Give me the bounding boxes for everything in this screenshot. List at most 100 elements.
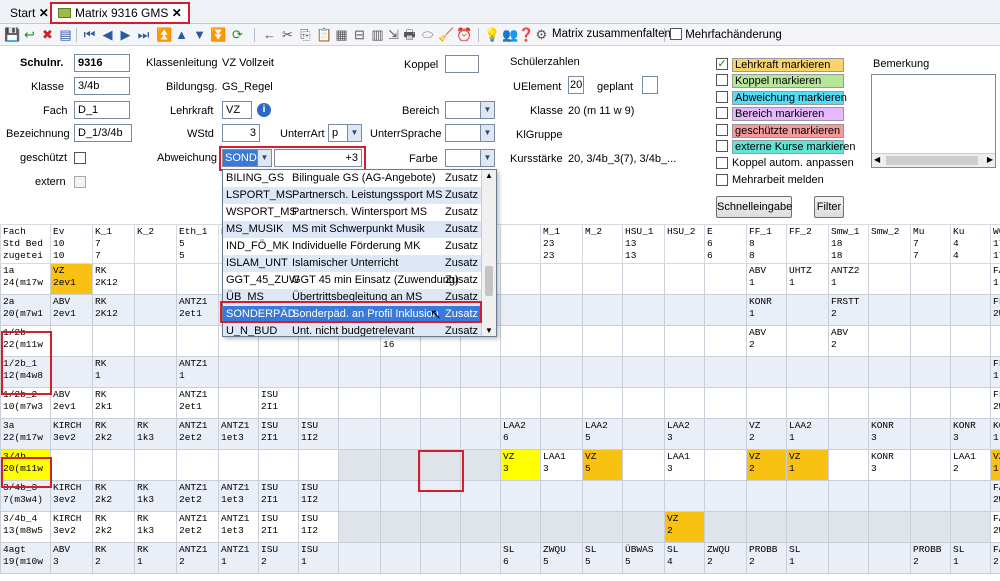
matrix-cell[interactable]: FACHL 2WG1 xyxy=(990,480,1000,512)
matrix-cell[interactable] xyxy=(664,387,705,419)
matrix-cell[interactable]: ISU 1I2 xyxy=(298,511,339,543)
matrix-cell[interactable]: SL 4 xyxy=(664,542,705,574)
matrix-cell[interactable]: ISU 1I2 xyxy=(298,418,339,450)
matrix-cell[interactable] xyxy=(746,480,787,512)
checkbox[interactable] xyxy=(716,174,728,186)
matrix-cell[interactable] xyxy=(950,263,991,295)
lehrkraft-field[interactable]: VZ xyxy=(222,101,252,119)
matrix-cell[interactable] xyxy=(176,325,219,357)
print-icon[interactable]: 🖶 xyxy=(402,27,417,42)
matrix-cell[interactable]: ANTZ1 2et1 xyxy=(176,294,219,326)
table-icon[interactable]: ▥ xyxy=(370,27,385,42)
help-icon[interactable]: ❓ xyxy=(518,27,534,42)
matrix-cell[interactable]: RK 1k3 xyxy=(134,480,177,512)
scroll-up-icon[interactable]: ▲ xyxy=(485,171,493,180)
matrix-cell[interactable] xyxy=(910,356,951,388)
checkbox[interactable] xyxy=(716,74,728,86)
matrix-cell[interactable] xyxy=(910,387,951,419)
matrix-cell[interactable]: VZ 3 xyxy=(500,449,541,481)
marker-geschuetzt[interactable]: geschützte markieren xyxy=(716,124,844,138)
matrix-cell[interactable] xyxy=(828,511,869,543)
wstd-field[interactable]: 3 xyxy=(222,124,260,142)
matrix-cell[interactable] xyxy=(910,294,951,326)
matrix-cell[interactable] xyxy=(380,542,421,574)
filter-button[interactable]: Filter xyxy=(814,196,844,218)
matrix-cell[interactable]: ANTZ1 2et2 xyxy=(176,418,219,450)
matrix-cell[interactable] xyxy=(786,356,829,388)
column-header[interactable]: Mu 7 7 xyxy=(910,224,951,264)
matrix-cell[interactable]: ABV 1 xyxy=(746,263,787,295)
matrix-cell[interactable] xyxy=(540,325,583,357)
matrix-cell[interactable] xyxy=(786,325,829,357)
matrix-cell[interactable]: KONR 1 xyxy=(990,418,1000,450)
up-icon[interactable]: ▲ xyxy=(174,27,189,42)
chevron-down-icon[interactable]: ▼ xyxy=(480,150,494,166)
matrix-cell[interactable] xyxy=(704,263,747,295)
cut-icon[interactable]: ✂ xyxy=(280,27,295,42)
marker-extern[interactable]: externe Kurse markieren xyxy=(716,140,855,154)
matrix-cell[interactable]: KIRCH 3ev2 xyxy=(50,511,93,543)
copy-icon[interactable]: ⎘ xyxy=(298,27,313,42)
matrix-cell[interactable] xyxy=(460,449,501,481)
matrix-cell[interactable]: LAA1 3 xyxy=(540,449,583,481)
matrix-cell[interactable]: ABV 2 xyxy=(828,325,869,357)
matrix-cell[interactable] xyxy=(134,356,177,388)
users-icon[interactable]: 👥 xyxy=(502,27,518,42)
matrix-cell[interactable]: RK 2k2 xyxy=(92,511,135,543)
row-header[interactable]: 4agt 19(m10w xyxy=(0,542,51,574)
matrix-cell[interactable]: FACHL 2 xyxy=(990,542,1000,574)
matrix-cell[interactable] xyxy=(950,356,991,388)
matrix-cell[interactable]: VZ 2ev1 xyxy=(50,263,93,295)
first-icon[interactable]: ⏮ xyxy=(82,27,97,42)
settings-icon[interactable]: ⚙ xyxy=(534,27,549,42)
prev-icon[interactable]: ◀ xyxy=(100,27,115,42)
matrix-cell[interactable] xyxy=(990,325,1000,357)
matrix-cell[interactable] xyxy=(420,542,461,574)
matrix-cell[interactable] xyxy=(910,263,951,295)
schulnr-field[interactable]: 9316 xyxy=(74,54,130,72)
row-header[interactable]: 1a 24(m17w xyxy=(0,263,51,295)
matrix-cell[interactable] xyxy=(540,387,583,419)
matrix-cell[interactable]: FLA 2WG3 xyxy=(990,294,1000,326)
matrix-cell[interactable] xyxy=(460,480,501,512)
column-header[interactable]: Eth_1 5 5 xyxy=(176,224,219,264)
matrix-cell[interactable] xyxy=(704,387,747,419)
matrix-cell[interactable]: ISU 2 xyxy=(258,542,299,574)
matrix-cell[interactable] xyxy=(500,480,541,512)
matrix-cell[interactable] xyxy=(500,294,541,326)
matrix-cell[interactable] xyxy=(92,325,135,357)
matrix-cell[interactable] xyxy=(380,511,421,543)
row-header[interactable]: 3a 22(m17w xyxy=(0,418,51,450)
top-icon[interactable]: ⏫ xyxy=(156,27,172,42)
matrix-cell[interactable]: RK 2K12 xyxy=(92,294,135,326)
matrix-cell[interactable] xyxy=(338,542,381,574)
paste-icon[interactable]: 📋 xyxy=(316,27,332,42)
matrix-cell[interactable] xyxy=(460,418,501,450)
matrix-cell[interactable] xyxy=(176,449,219,481)
matrix-cell[interactable] xyxy=(500,263,541,295)
matrix-cell[interactable]: ÜBWAS 5 xyxy=(622,542,665,574)
fach-field[interactable]: D_1 xyxy=(74,101,130,119)
unterart-select[interactable]: p ▼ xyxy=(328,124,362,142)
matrix-cell[interactable] xyxy=(622,511,665,543)
matrix-cell[interactable] xyxy=(868,294,911,326)
matrix-cell[interactable] xyxy=(500,356,541,388)
matrix-cell[interactable]: PROBB 2 xyxy=(910,542,951,574)
matrix-cell[interactable]: ANTZ1 2 xyxy=(176,542,219,574)
matrix-cell[interactable] xyxy=(622,418,665,450)
matrix-cell[interactable] xyxy=(868,325,911,357)
matrix-cell[interactable]: RK 1 xyxy=(92,356,135,388)
dropdown-scrollbar[interactable]: ▲ ▼ xyxy=(481,170,496,336)
matrix-cell[interactable] xyxy=(582,387,623,419)
matrix-cell[interactable] xyxy=(622,263,665,295)
matrix-cell[interactable] xyxy=(298,356,339,388)
geschuetzt-checkbox[interactable] xyxy=(74,152,86,164)
matrix-cell[interactable]: KIRCH 3ev2 xyxy=(50,480,93,512)
matrix-cell[interactable] xyxy=(338,449,381,481)
matrix-cell[interactable]: ISU 2I1 xyxy=(258,511,299,543)
matrix-cell[interactable] xyxy=(950,480,991,512)
matrix-cell[interactable]: ANTZ1 1et3 xyxy=(218,511,259,543)
matrix-cell[interactable] xyxy=(92,449,135,481)
clear-icon[interactable]: 🧹 xyxy=(438,27,454,42)
matrix-cell[interactable] xyxy=(868,480,911,512)
